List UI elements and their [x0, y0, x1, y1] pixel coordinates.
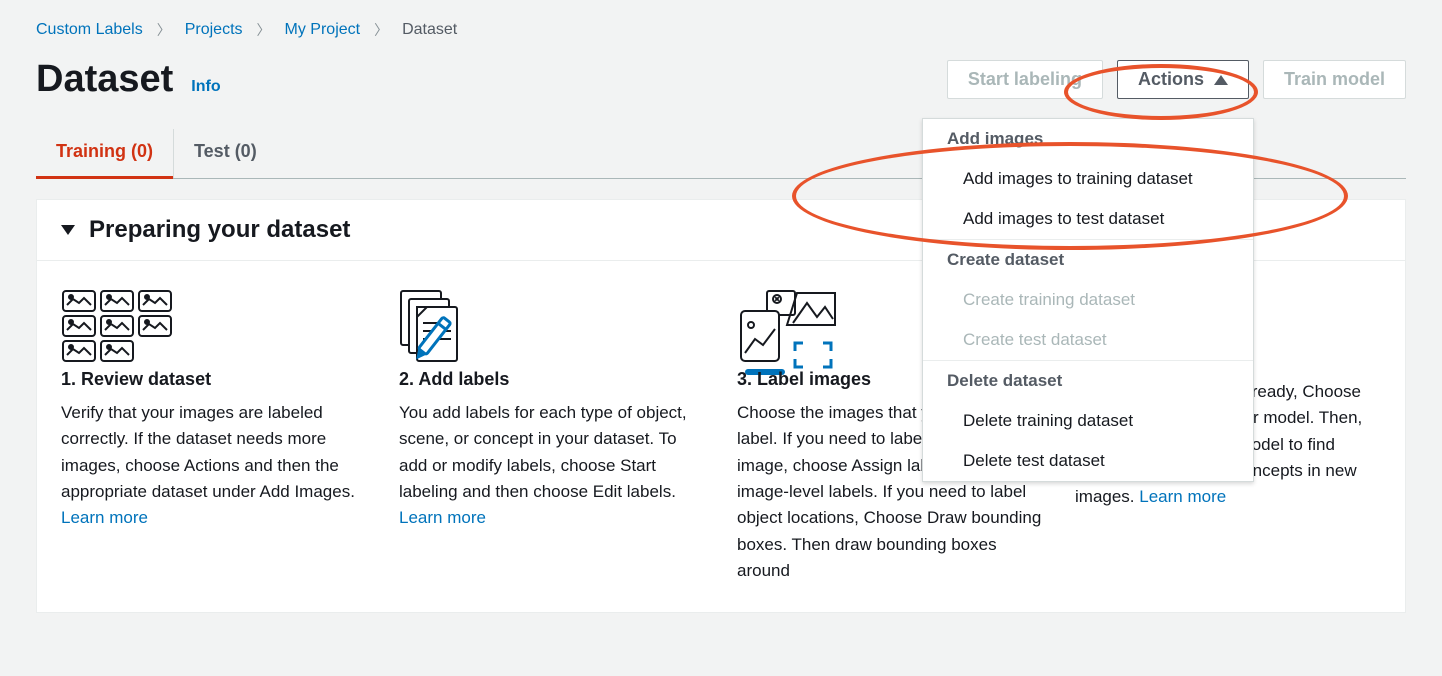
- chevron-right-icon: 〉: [157, 20, 171, 40]
- breadcrumb-link[interactable]: My Project: [285, 21, 361, 39]
- breadcrumb-current: Dataset: [402, 21, 457, 39]
- chevron-right-icon: 〉: [374, 20, 388, 40]
- dropdown-section-header: Delete dataset: [923, 361, 1253, 401]
- dropdown-item-create-training: Create training dataset: [923, 280, 1253, 320]
- dropdown-section-header: Add images: [923, 119, 1253, 159]
- actions-button[interactable]: Actions: [1117, 60, 1249, 99]
- step-body: You add labels for each type of object, …: [399, 400, 705, 532]
- dropdown-item-add-test[interactable]: Add images to test dataset: [923, 199, 1253, 239]
- step-add-labels: 2. Add labels You add labels for each ty…: [399, 289, 705, 584]
- chevron-right-icon: 〉: [257, 20, 271, 40]
- step-review-dataset: 1. Review dataset Verify that your image…: [61, 289, 367, 584]
- info-link[interactable]: Info: [191, 78, 220, 96]
- learn-more-link[interactable]: Learn more: [61, 508, 148, 527]
- breadcrumb-link[interactable]: Projects: [185, 21, 243, 39]
- step-title: 1. Review dataset: [61, 369, 367, 390]
- actions-dropdown: Add images Add images to training datase…: [922, 118, 1254, 482]
- breadcrumb-link[interactable]: Custom Labels: [36, 21, 143, 39]
- actions-label: Actions: [1138, 69, 1204, 90]
- dropdown-item-delete-test[interactable]: Delete test dataset: [923, 441, 1253, 481]
- dropdown-item-add-training[interactable]: Add images to training dataset: [923, 159, 1253, 199]
- start-labeling-button[interactable]: Start labeling: [947, 60, 1103, 99]
- learn-more-link[interactable]: Learn more: [1139, 487, 1226, 506]
- page-title: Dataset: [36, 58, 173, 101]
- train-model-button[interactable]: Train model: [1263, 60, 1406, 99]
- step-title: 2. Add labels: [399, 369, 705, 390]
- learn-more-link[interactable]: Learn more: [399, 508, 486, 527]
- dropdown-item-create-test: Create test dataset: [923, 320, 1253, 360]
- caret-down-icon: [61, 225, 75, 235]
- caret-up-icon: [1214, 75, 1228, 85]
- breadcrumb: Custom Labels 〉 Projects 〉 My Project 〉 …: [36, 20, 1406, 40]
- labels-pencil-icon: [399, 289, 705, 369]
- step-body: Verify that your images are labeled corr…: [61, 400, 367, 532]
- dropdown-section-header: Create dataset: [923, 240, 1253, 280]
- images-grid-icon: [61, 289, 367, 369]
- panel-title: Preparing your dataset: [89, 216, 350, 244]
- tab-training[interactable]: Training (0): [36, 129, 173, 179]
- tab-test[interactable]: Test (0): [173, 129, 277, 178]
- dropdown-item-delete-training[interactable]: Delete training dataset: [923, 401, 1253, 441]
